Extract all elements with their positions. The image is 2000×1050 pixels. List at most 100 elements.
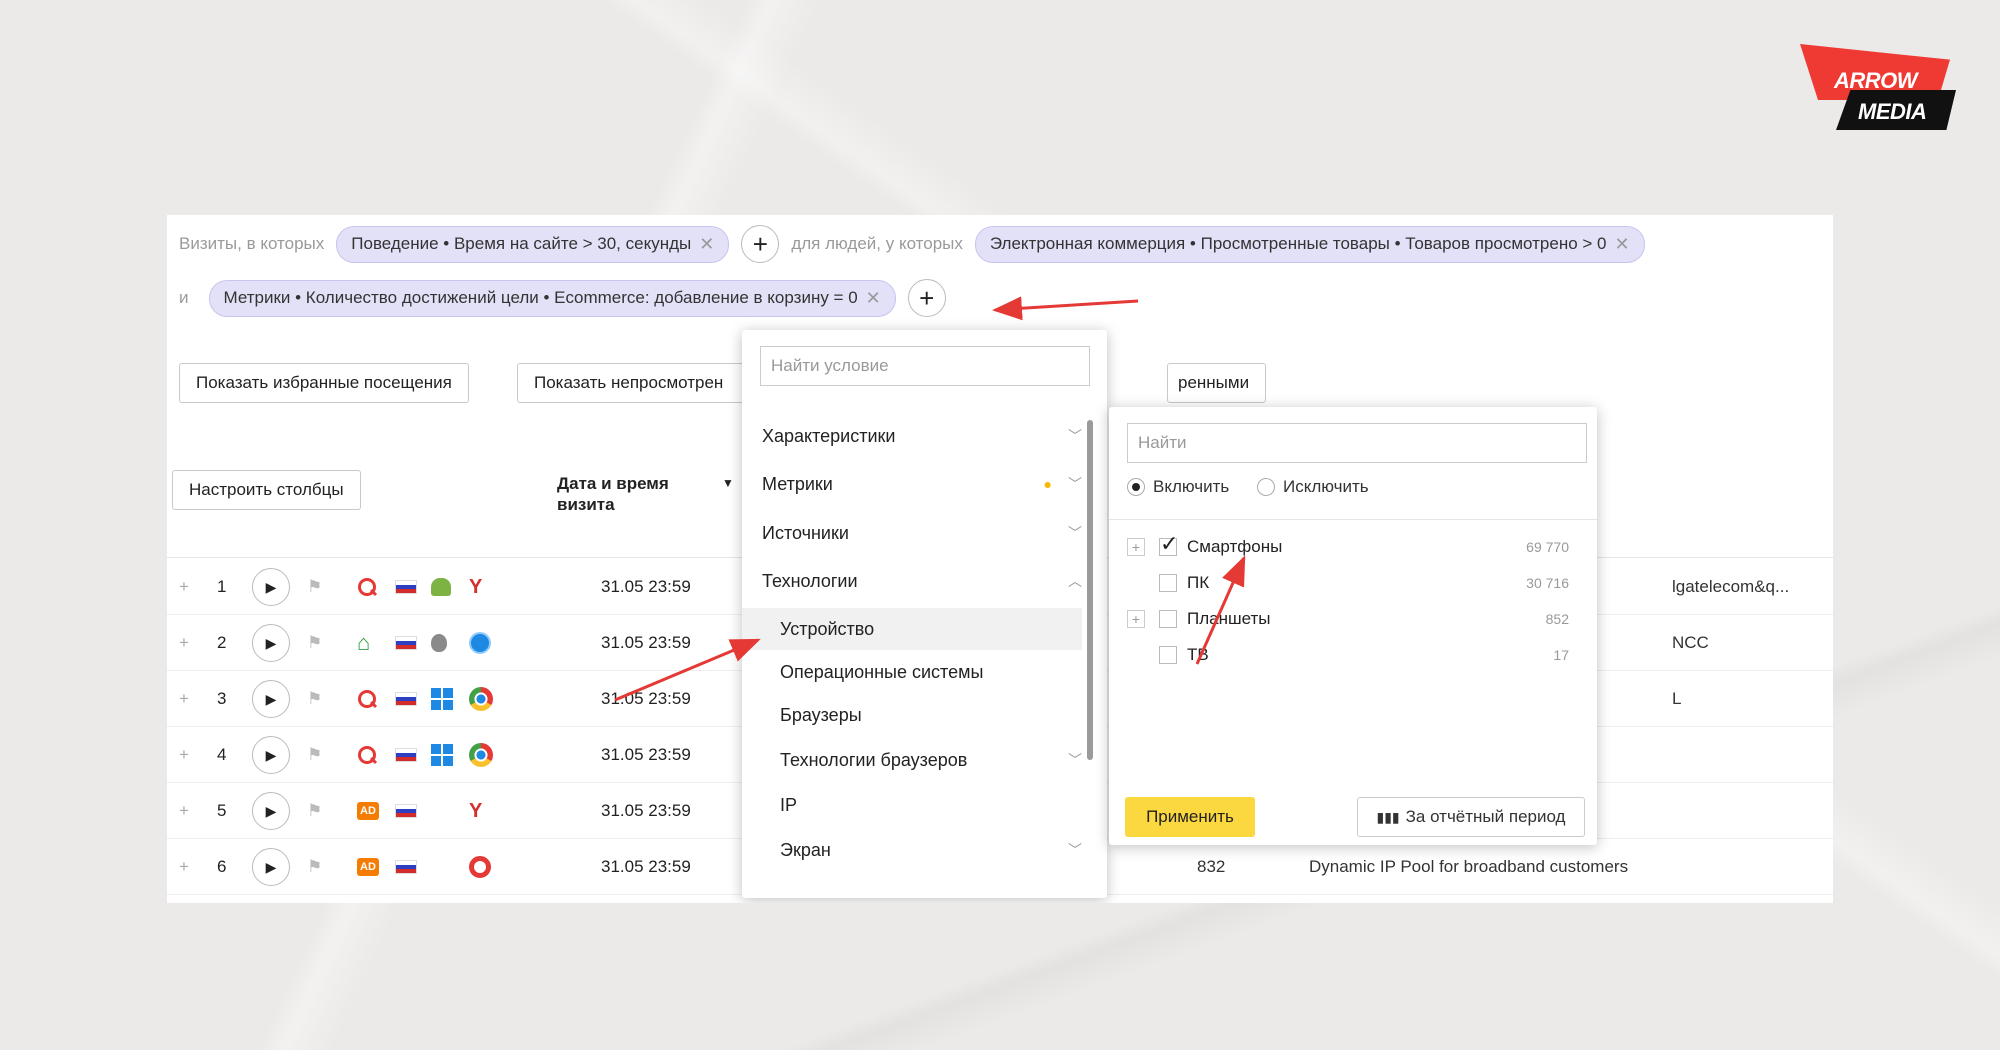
option-pc[interactable]: ПК 30 716	[1159, 568, 1569, 598]
visit-datetime: 31.05 23:59	[601, 801, 691, 820]
segment-chip-behavior[interactable]: Поведение • Время на сайте > 30, секунды…	[336, 225, 730, 263]
row-number: 4	[217, 745, 227, 764]
checkbox[interactable]	[1159, 610, 1177, 628]
visit-datetime: 31.05 23:59	[601, 857, 691, 876]
dropdown-item-ip[interactable]: IP	[742, 784, 1082, 826]
radio-unchecked-icon	[1257, 478, 1275, 496]
play-button[interactable]: ▶	[252, 671, 290, 727]
apple-icon	[431, 615, 447, 671]
date-column-header[interactable]: Дата и время визита ▼	[557, 473, 734, 515]
ad-source-icon: AD	[357, 839, 379, 895]
play-button[interactable]: ▶	[252, 727, 290, 783]
flag-icon[interactable]: ⚑	[307, 783, 322, 839]
play-button[interactable]: ▶	[252, 615, 290, 671]
remove-icon[interactable]: ✕	[1615, 234, 1630, 255]
item-label: Характеристики	[762, 425, 896, 446]
visit-datetime: 31.05 23:59	[601, 689, 691, 708]
home-icon: ⌂	[357, 630, 371, 655]
provider-text: NCC	[1672, 633, 1709, 652]
condition-search-input[interactable]	[760, 346, 1090, 386]
bar-chart-icon: ▮▮▮	[1376, 808, 1400, 825]
dropdown-item-browsers[interactable]: Браузеры	[742, 694, 1082, 736]
play-button[interactable]: ▶	[252, 783, 290, 839]
checkbox[interactable]	[1159, 646, 1177, 664]
show-hidden-button[interactable]: ренными	[1167, 363, 1267, 403]
expand-row-icon[interactable]: +	[179, 615, 189, 671]
configure-columns-button[interactable]: Настроить столбцы	[172, 470, 361, 510]
flag-icon[interactable]: ⚑	[307, 839, 322, 895]
dropdown-item-sources[interactable]: Источники ﹀	[742, 512, 1082, 554]
expand-row-icon[interactable]: +	[179, 783, 189, 839]
arrow-media-logo: ARROW MEDIA	[1800, 44, 1956, 144]
expand-row-icon[interactable]: +	[179, 671, 189, 727]
chip-label: Электронная коммерция • Просмотренные то…	[989, 234, 1607, 253]
show-unviewed-button[interactable]: Показать непросмотрен	[517, 363, 777, 403]
sort-caret-icon[interactable]: ▼	[722, 473, 734, 494]
android-icon	[431, 559, 451, 615]
opera-icon	[469, 839, 491, 895]
chevron-up-icon: ︿	[1068, 573, 1082, 589]
item-label: IP	[780, 794, 798, 815]
flag-icon[interactable]: ⚑	[307, 671, 322, 727]
period-button[interactable]: ▮▮▮ За отчётный период	[1357, 797, 1585, 837]
expand-row-icon[interactable]: +	[179, 839, 189, 895]
option-tv[interactable]: ТВ 17	[1159, 640, 1569, 670]
chrome-icon	[469, 727, 493, 783]
logo-line1: ARROW	[1834, 68, 1918, 93]
option-tablets[interactable]: Планшеты 852	[1159, 604, 1569, 634]
flag-icon[interactable]: ⚑	[307, 727, 322, 783]
chevron-down-icon: ﹀	[1068, 525, 1082, 541]
dropdown-item-metrics[interactable]: Метрики ● ﹀	[742, 463, 1082, 505]
checkbox[interactable]	[1159, 574, 1177, 592]
expand-smartphones-icon[interactable]: +	[1127, 538, 1145, 556]
segment-chip-ecommerce[interactable]: Электронная коммерция • Просмотренные то…	[974, 225, 1645, 263]
item-label: Браузеры	[780, 704, 862, 725]
segment-row-2: и Метрики • Количество достижений цели •…	[179, 279, 946, 317]
provider-text: Dynamic IP Pool for broadband customers	[1309, 857, 1629, 876]
option-count: 30 716	[1526, 575, 1569, 591]
dropdown-item-technologies[interactable]: Технологии ︿	[742, 560, 1082, 602]
item-label: Технологии браузеров	[780, 749, 968, 770]
expand-tablets-icon[interactable]: +	[1127, 610, 1145, 628]
add-visit-condition-button[interactable]: +	[741, 225, 780, 263]
row-extra-value: 832	[1197, 857, 1226, 876]
show-favorites-button[interactable]: Показать избранные посещения	[179, 363, 469, 403]
dropdown-item-browser-tech[interactable]: Технологии браузеров ﹀	[742, 739, 1082, 781]
play-button[interactable]: ▶	[252, 839, 290, 895]
date-header-label: Дата и время визита	[557, 474, 669, 514]
dropdown-item-os[interactable]: Операционные системы	[742, 651, 1082, 693]
row-number: 3	[217, 689, 227, 708]
remove-icon[interactable]: ✕	[866, 288, 881, 309]
ad-source-icon: AD	[357, 783, 379, 839]
item-label: Источники	[762, 522, 849, 543]
and-label: и	[179, 288, 189, 307]
option-label: ТВ	[1187, 645, 1209, 664]
option-smartphones[interactable]: Смартфоны 69 770	[1159, 531, 1569, 562]
dropdown-item-screen[interactable]: Экран ﹀	[742, 829, 1082, 871]
apply-button[interactable]: Применить	[1125, 797, 1255, 837]
item-label: Операционные системы	[780, 661, 984, 682]
expand-row-icon[interactable]: +	[179, 727, 189, 783]
chevron-down-icon: ﹀	[1068, 476, 1082, 492]
checkbox-checked[interactable]	[1159, 531, 1178, 557]
segment-chip-metrics[interactable]: Метрики • Количество достижений цели • E…	[208, 279, 896, 317]
dropdown-item-device[interactable]: Устройство	[742, 608, 1082, 650]
flag-icon[interactable]: ⚑	[307, 615, 322, 671]
item-label: Экран	[780, 839, 831, 860]
device-filter-panel: Включить Исключить + Смартфоны 69 770 ПК…	[1109, 407, 1597, 845]
provider-text: lgatelecom&q...	[1672, 577, 1790, 596]
chevron-down-icon: ﹀	[1068, 752, 1082, 768]
row-number: 6	[217, 857, 227, 876]
flag-icon[interactable]: ⚑	[307, 559, 322, 615]
add-people-condition-button[interactable]: +	[907, 279, 946, 317]
include-radio[interactable]: Включить	[1127, 477, 1229, 497]
remove-icon[interactable]: ✕	[699, 234, 714, 255]
play-button[interactable]: ▶	[252, 559, 290, 615]
exclude-radio[interactable]: Исключить	[1257, 477, 1369, 497]
dropdown-item-characteristics[interactable]: Характеристики ﹀	[742, 415, 1082, 457]
expand-row-icon[interactable]: +	[179, 559, 189, 615]
dropdown-scrollbar[interactable]	[1087, 420, 1093, 760]
device-search-input[interactable]	[1127, 423, 1587, 463]
russia-flag-icon	[395, 559, 417, 615]
chevron-down-icon: ﹀	[1068, 842, 1082, 858]
